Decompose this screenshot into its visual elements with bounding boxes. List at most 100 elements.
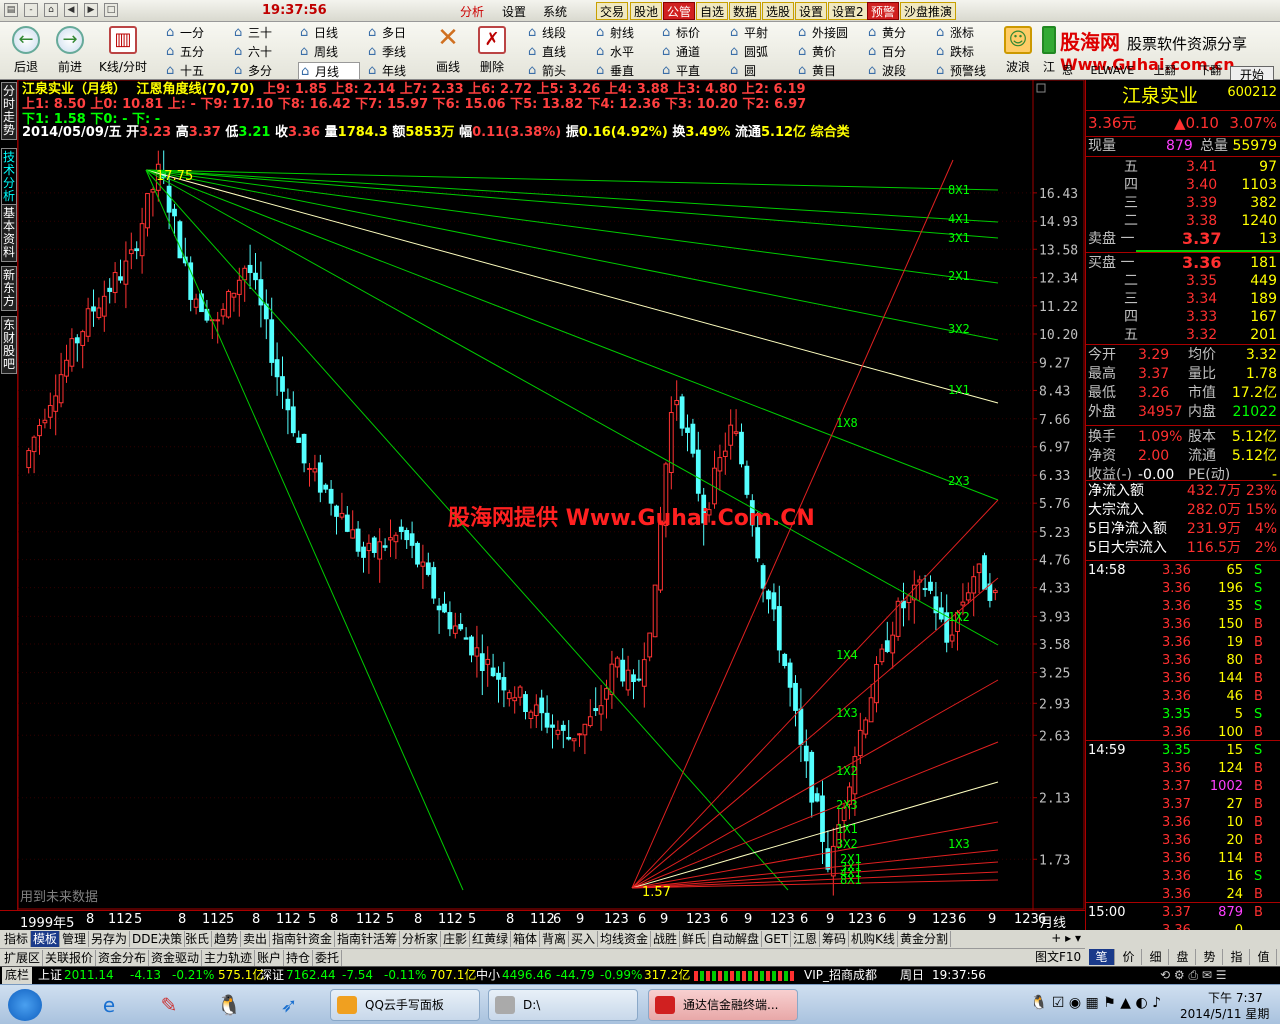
draw-tool-0-2[interactable]: 标价 [660,24,726,42]
extension-tab-2[interactable]: 资金分布 [96,950,150,966]
draw-tool-2-1[interactable]: 垂直 [594,62,660,80]
wave-button[interactable]: ☺ 波浪 [1000,24,1036,78]
sandbox-button[interactable]: 沙盘推演 [900,2,957,20]
draw-tool-2-2[interactable]: 平直 [660,62,726,80]
settings2-button[interactable]: 设置2 [828,2,868,20]
draw-tool-2-5[interactable]: 波段 [866,62,932,80]
indicator-tab-20[interactable]: GET [762,931,792,947]
page-down-button[interactable]: 下翻 [1199,64,1221,77]
draw-tool-2-0[interactable]: 箭头 [526,62,592,80]
period-2-2[interactable]: 月线 [298,62,360,81]
data-button[interactable]: 数据 [729,2,762,20]
paint-icon[interactable]: ✎ [144,989,194,1021]
gann-en-button[interactable]: 恩 [1062,64,1073,77]
delete-line-button[interactable]: ✗ 删除 [470,24,514,78]
period-1-2[interactable]: 周线 [298,43,360,61]
f10-button[interactable]: 图文F10 [1035,948,1081,965]
stock-pool-button[interactable]: 股池 [630,2,663,20]
extension-tab-6[interactable]: 持仓 [284,950,314,966]
left-tab-4[interactable]: 东财股吧 [1,316,17,374]
screener-button[interactable]: 选股 [762,2,795,20]
taskbar-tdx-terminal[interactable]: 通达信金融终端... [648,989,798,1021]
indicator-tab-5[interactable]: 张氏 [183,931,213,947]
quote-tab-5[interactable]: 指 [1224,949,1250,965]
indicator-tab-12[interactable]: 红黄绿 [470,931,512,947]
chart-option-icon[interactable] [1036,83,1046,93]
indicator-tab-17[interactable]: 战胜 [651,931,681,947]
extension-tab-5[interactable]: 账户 [255,950,285,966]
quote-tab-4[interactable]: 势 [1197,949,1223,965]
quote-tab-2[interactable]: 细 [1143,949,1169,965]
indicator-tab-21[interactable]: 江恩 [791,931,821,947]
alert-button[interactable]: 预警 [867,2,900,20]
ie-icon[interactable]: e [84,989,134,1021]
indicator-tab-6[interactable]: 趋势 [212,931,242,947]
indicator-tab-13[interactable]: 箱体 [511,931,541,947]
indicator-tab-14[interactable]: 背离 [540,931,570,947]
draw-line-button[interactable]: ✕ 画线 [426,24,470,78]
public-button[interactable]: 公管 [663,2,696,20]
indicator-tab-16[interactable]: 均线资金 [598,931,652,947]
draw-tool-1-3[interactable]: 圆弧 [728,43,794,61]
extension-tab-3[interactable]: 资金驱动 [149,950,203,966]
period-0-1[interactable]: 三十 [232,24,294,42]
draw-tool-0-6[interactable]: 涨标 [934,24,1000,42]
quote-tab-0[interactable]: 笔 [1089,949,1115,965]
chart-canvas[interactable]: 16.43 14.93 13.58 12.34 11.22 10.20 9.27 8.43 7.… [18,80,1085,910]
period-1-0[interactable]: 五分 [164,43,226,61]
indicator-tab-22[interactable]: 筹码 [820,931,850,947]
draw-tool-0-0[interactable]: 线段 [526,24,592,42]
menu-settings[interactable]: 设置 [502,3,526,20]
back-button[interactable]: ← 后退 [4,24,48,78]
elwave-button[interactable]: ELWAVE [1091,64,1135,77]
draw-tool-2-4[interactable]: 黄目 [796,62,862,80]
taskbar-qq-handwrite[interactable]: QQ云手写面板 [330,989,480,1021]
draw-tool-2-3[interactable]: 圆 [728,62,794,80]
period-2-1[interactable]: 多分 [232,62,294,80]
home-icon[interactable]: ⌂ [44,3,58,17]
extension-tab-7[interactable]: 委托 [313,950,343,966]
trade-button[interactable]: 交易 [596,2,629,20]
gann-jiang-button[interactable]: 江 [1038,24,1060,78]
extension-tab-4[interactable]: 主力轨迹 [202,950,256,966]
minimize-left-icon[interactable]: - [24,3,38,17]
app-menu-icon[interactable]: ▤ [4,3,18,17]
indicator-tab-8[interactable]: 指南针资金 [270,931,336,947]
period-2-3[interactable]: 年线 [366,62,428,80]
draw-tool-0-4[interactable]: 外接圆 [796,24,862,42]
feather-icon[interactable]: ➶ [264,989,314,1021]
kline-toggle-button[interactable]: ▥ K线/分时 [96,24,150,78]
indicator-tab-0[interactable]: 指标 [2,931,32,947]
quote-tab-3[interactable]: 盘 [1170,949,1196,965]
draw-tool-1-5[interactable]: 百分 [866,43,932,61]
indicator-tab-1[interactable]: 模板 [31,931,61,947]
left-tab-2[interactable]: 基本资料 [1,204,17,262]
indicator-tab-9[interactable]: 指南针活筹 [335,931,401,947]
draw-tool-0-1[interactable]: 射线 [594,24,660,42]
draw-tool-1-1[interactable]: 水平 [594,43,660,61]
draw-tool-1-4[interactable]: 黄价 [796,43,862,61]
quote-tab-6[interactable]: 值 [1251,949,1277,965]
forward-button[interactable]: → 前进 [48,24,92,78]
vip-label[interactable]: VIP_招商成都 [804,967,877,984]
left-tab-0[interactable]: 分时走势 [1,82,17,140]
draw-tool-1-2[interactable]: 通道 [660,43,726,61]
ticker-label[interactable]: 底栏 [2,967,33,984]
period-1-1[interactable]: 六十 [232,43,294,61]
extension-tab-1[interactable]: 关联报价 [43,950,97,966]
windows-start-icon[interactable] [8,989,42,1021]
left-tab-3[interactable]: 新东方 [1,266,17,311]
indicator-tab-10[interactable]: 分析家 [400,931,442,947]
indicator-tab-3[interactable]: 另存为 [89,931,131,947]
menu-system[interactable]: 系统 [543,3,567,20]
watchlist-button[interactable]: 自选 [696,2,729,20]
tab-nav-arrows[interactable]: + ▸ ▾ [1051,931,1081,945]
indicator-tab-23[interactable]: 机购K线 [849,931,898,947]
indicator-tab-7[interactable]: 卖出 [241,931,271,947]
draw-tool-0-3[interactable]: 平射 [728,24,794,42]
taskbar-explorer-d[interactable]: D:\ [488,989,638,1021]
indicator-tab-15[interactable]: 买入 [569,931,599,947]
qq-penguin-icon[interactable]: 🐧 [204,989,254,1021]
quote-tab-1[interactable]: 价 [1116,949,1142,965]
indicator-tab-19[interactable]: 自动解盘 [709,931,763,947]
